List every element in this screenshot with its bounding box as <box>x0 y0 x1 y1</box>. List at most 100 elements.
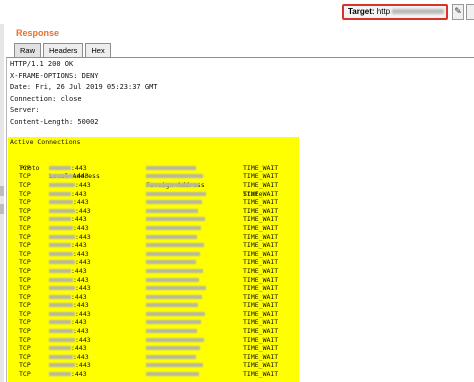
redacted-ip <box>146 311 205 316</box>
redacted-ip <box>49 346 71 351</box>
row-proto: TCP <box>19 223 31 232</box>
row-proto: TCP <box>19 172 31 181</box>
redacted-ip <box>49 303 73 308</box>
tab-hex[interactable]: Hex <box>85 43 111 57</box>
row-local-port: :443 <box>75 180 91 189</box>
redacted-ip <box>49 372 71 377</box>
netstat-output: Active Connections Proto Local Address F… <box>10 138 278 379</box>
row-state: TIME_WAIT <box>243 172 279 181</box>
row-local-port: :443 <box>71 370 87 379</box>
redacted-ip <box>49 286 75 291</box>
row-local-port: :443 <box>75 284 91 293</box>
row-foreign-address <box>146 336 204 345</box>
row-state: TIME_WAIT <box>243 301 279 310</box>
row-state: TIME_WAIT <box>243 309 279 318</box>
row-local-port: :443 <box>73 352 89 361</box>
row-local-address: :443 <box>49 293 87 302</box>
row-foreign-address <box>146 172 203 181</box>
table-row: TCP:443 TIME_WAIT <box>10 276 278 285</box>
redacted-ip <box>146 165 196 170</box>
redacted-ip <box>49 277 73 282</box>
row-local-address: :443 <box>49 361 91 370</box>
row-local-address: :443 <box>49 301 89 310</box>
row-local-address: :443 <box>49 310 91 319</box>
pencil-icon[interactable]: ✎ <box>452 4 464 20</box>
table-row: TCP:443 TIME_WAIT <box>10 267 278 276</box>
row-foreign-address <box>146 198 202 207</box>
row-foreign-address <box>146 241 204 250</box>
table-row: TCP:443 TIME_WAIT <box>10 284 278 293</box>
table-row: TCP:443 TIME_WAIT <box>10 172 278 181</box>
row-foreign-address <box>146 370 199 379</box>
redacted-ip <box>49 208 75 213</box>
row-local-port: :443 <box>75 309 91 318</box>
row-state: TIME_WAIT <box>243 344 279 353</box>
row-local-port: :443 <box>75 361 91 370</box>
redacted-ip <box>146 243 204 248</box>
table-row: TCP:443 TIME_WAIT <box>10 336 278 345</box>
row-state: TIME_WAIT <box>243 275 279 284</box>
row-local-port: :443 <box>73 327 89 336</box>
row-local-address: :443 <box>49 318 87 327</box>
header-line: Date: Fri, 26 Jul 2019 05:23:37 GMT <box>10 83 158 91</box>
row-state: TIME_WAIT <box>243 318 279 327</box>
row-local-port: :443 <box>73 223 89 232</box>
row-local-address: :443 <box>49 241 87 250</box>
table-row: TCP:443 TIME_WAIT <box>10 370 278 379</box>
row-proto: TCP <box>19 344 31 353</box>
row-local-port: :443 <box>71 241 87 250</box>
redacted-ip <box>49 217 71 222</box>
table-row: TCP:443 TIME_WAIT <box>10 189 278 199</box>
redacted-ip <box>146 286 206 291</box>
tab-headers[interactable]: Headers <box>43 43 84 57</box>
row-local-port: :443 <box>71 292 87 301</box>
row-local-port: :443 <box>73 198 89 207</box>
table-row: TCP:443 TIME_WAIT <box>10 223 278 233</box>
row-state: TIME_WAIT <box>243 189 279 198</box>
row-state: TIME_WAIT <box>243 180 279 189</box>
row-foreign-address <box>146 233 197 242</box>
row-local-address: :443 <box>49 215 87 224</box>
redacted-ip <box>146 208 198 213</box>
table-row: TCP:443 TIME_WAIT <box>10 318 278 327</box>
row-foreign-address <box>146 293 202 302</box>
tab-raw[interactable]: Raw <box>14 43 42 57</box>
row-local-port: :443 <box>73 301 89 310</box>
redacted-ip <box>146 217 205 222</box>
row-state: TIME_WAIT <box>243 206 279 215</box>
connection-rows: TCP:443 TIME_WAIT TCP:443 TIME_WAIT TCP:443 T… <box>10 164 278 379</box>
redacted-ip <box>146 320 201 325</box>
row-foreign-address <box>146 207 198 216</box>
row-proto: TCP <box>19 206 31 215</box>
row-proto: TCP <box>19 327 31 336</box>
redacted-ip <box>49 251 73 256</box>
row-local-address: :443 <box>49 198 89 207</box>
row-state: TIME_WAIT <box>243 198 279 207</box>
redacted-ip <box>146 277 199 282</box>
row-foreign-address <box>146 353 196 362</box>
redacted-ip <box>146 354 196 359</box>
row-local-address: :443 <box>49 276 89 285</box>
row-proto: TCP <box>19 198 31 207</box>
row-state: TIME_WAIT <box>243 241 279 250</box>
table-row: TCP:443 TIME_WAIT <box>10 353 278 362</box>
table-row: TCP:443 TIME_WAIT <box>10 327 278 336</box>
redacted-ip <box>146 363 203 368</box>
header-line: Server: <box>10 106 40 114</box>
row-proto: TCP <box>19 361 31 370</box>
redacted-ip <box>146 234 197 239</box>
row-proto: TCP <box>19 301 31 310</box>
help-button[interactable] <box>466 4 474 20</box>
redacted-ip <box>146 174 203 179</box>
row-local-address: :443 <box>49 336 91 345</box>
table-row: TCP:443 TIME_WAIT <box>10 293 278 302</box>
response-headers: HTTP/1.1 200 OK X-FRAME-OPTIONS: DENY Da… <box>10 59 158 128</box>
redacted-ip <box>146 182 199 187</box>
row-foreign-address <box>146 181 199 190</box>
row-state: TIME_WAIT <box>243 335 279 344</box>
redacted-ip <box>146 346 200 351</box>
target-field[interactable]: Target: http <box>342 4 448 20</box>
row-proto: TCP <box>19 284 31 293</box>
row-proto: TCP <box>19 189 31 198</box>
row-state: TIME_WAIT <box>243 232 279 241</box>
